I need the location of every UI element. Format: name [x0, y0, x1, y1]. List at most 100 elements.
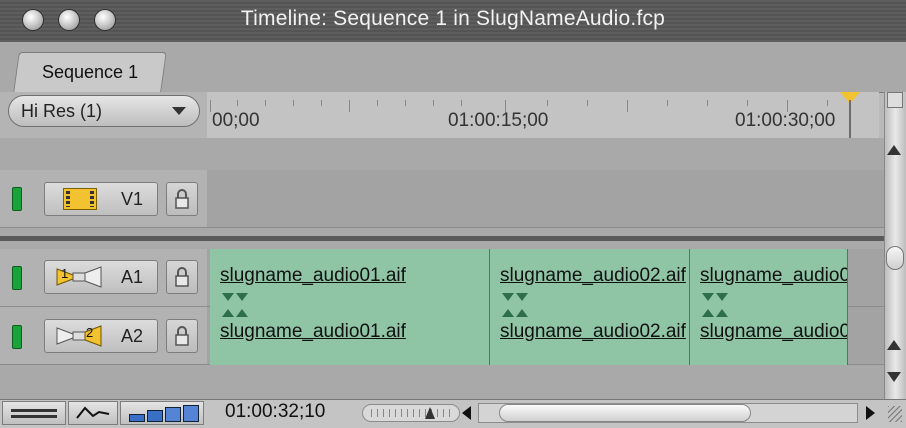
- zoom-thumb-icon[interactable]: [425, 407, 435, 419]
- scroll-down-icon[interactable]: [887, 372, 901, 382]
- ruler-tick: [627, 100, 628, 112]
- link-indicator-icon: [716, 293, 728, 301]
- chevron-down-icon[interactable]: [172, 107, 186, 115]
- window-title: Timeline: Sequence 1 in SlugNameAudio.fc…: [240, 7, 666, 30]
- ruler-tick: [547, 100, 548, 106]
- resolution-select-value: Hi Res (1): [21, 101, 103, 121]
- track-height-icon[interactable]: [887, 92, 903, 108]
- ruler-tick: [293, 100, 294, 106]
- ruler-tick: [587, 100, 588, 106]
- audio-clip[interactable]: slugname_audio03.aif: [690, 249, 848, 307]
- track-lock-v1[interactable]: [166, 182, 198, 216]
- link-indicator-icon: [702, 309, 714, 317]
- current-timecode[interactable]: 01:00:32;10: [225, 401, 325, 423]
- film-perforation-icon: [90, 191, 94, 207]
- horizontal-scrollbar[interactable]: [478, 403, 858, 423]
- ruler-timecode: 00;00: [212, 110, 260, 131]
- track-spacer-middle: [0, 241, 884, 249]
- ruler-tick: [667, 100, 668, 106]
- vertical-scroll-thumb[interactable]: [886, 246, 904, 270]
- zoom-ticks: [371, 409, 451, 417]
- track-size-xlarge-icon: [183, 405, 199, 422]
- padlock-icon: [175, 326, 189, 346]
- patch-number: 2: [86, 325, 94, 340]
- track-patch-v1[interactable]: V1: [44, 182, 158, 216]
- padlock-icon: [175, 267, 189, 287]
- ruler-tick: [747, 100, 748, 106]
- window-titlebar[interactable]: Timeline: Sequence 1 in SlugNameAudio.fc…: [0, 0, 906, 42]
- clip-name: slugname_audio03.aif: [700, 265, 848, 286]
- track-spacer-top: [0, 138, 884, 170]
- link-indicator-icon: [222, 293, 234, 301]
- link-indicator-icon: [502, 309, 514, 317]
- waveform-icon: [76, 406, 110, 419]
- ruler-timecode: 01:00:15;00: [448, 110, 549, 131]
- padlock-icon: [175, 189, 189, 209]
- ruler-timecode: 01:00:30;00: [735, 110, 836, 131]
- ruler-tick: [405, 100, 406, 106]
- link-indicator-icon: [236, 309, 248, 317]
- link-indicator-icon: [502, 293, 514, 301]
- track-spacer-bottom: [0, 365, 884, 399]
- link-indicator-icon: [516, 309, 528, 317]
- link-indicator-icon: [222, 309, 234, 317]
- tab-sequence-1[interactable]: Sequence 1: [13, 52, 167, 92]
- ruler-tick: [321, 100, 322, 106]
- audio-clip[interactable]: slugname_audio02.aif: [490, 249, 690, 307]
- track-patch-a2[interactable]: 2 A2: [44, 319, 158, 353]
- overlay-line-icon: [11, 415, 57, 418]
- scroll-up-icon[interactable]: [887, 340, 901, 350]
- track-enable-a1-icon[interactable]: [12, 266, 22, 290]
- track-enable-a2-icon[interactable]: [12, 325, 22, 349]
- link-indicator-icon: [516, 293, 528, 301]
- clip-name: slugname_audio01.aif: [220, 265, 406, 286]
- ruler-tick: [265, 100, 266, 106]
- scroll-left-icon[interactable]: [462, 406, 471, 420]
- overlay-line-icon: [11, 409, 57, 412]
- track-size-small-icon: [129, 414, 145, 422]
- clip-name: slugname_audio02.aif: [500, 265, 686, 286]
- track-label: V1: [121, 189, 144, 209]
- link-indicator-icon: [716, 309, 728, 317]
- clip-name: slugname_audio01.aif: [220, 321, 406, 342]
- track-size-medium-icon: [147, 410, 163, 422]
- zoom-slider[interactable]: [362, 404, 460, 422]
- tab-label: Sequence 1: [41, 62, 139, 82]
- track-lock-a2[interactable]: [166, 319, 198, 353]
- speaker-icon: [56, 325, 102, 347]
- track-label: A1: [121, 267, 144, 287]
- audio-clip[interactable]: slugname_audio03.aif: [690, 307, 848, 365]
- audio-clip[interactable]: slugname_audio01.aif: [210, 249, 490, 307]
- link-indicator-icon: [702, 293, 714, 301]
- track-lock-a1[interactable]: [166, 260, 198, 294]
- scroll-right-icon[interactable]: [866, 406, 875, 420]
- clip-name: slugname_audio02.aif: [500, 321, 686, 342]
- track-spacer-middle: [0, 228, 884, 236]
- ruler-tick: [377, 100, 378, 106]
- track-enable-v1-icon[interactable]: [12, 187, 22, 211]
- clip-overlays-button[interactable]: [2, 401, 66, 425]
- ruler-tick: [237, 100, 238, 106]
- video-track-v1[interactable]: [207, 170, 884, 228]
- resize-grip-icon[interactable]: [888, 406, 902, 422]
- link-indicator-icon: [236, 293, 248, 301]
- scroll-up-icon[interactable]: [887, 145, 901, 155]
- track-size-button[interactable]: [120, 401, 204, 425]
- ruler-tick: [433, 100, 434, 106]
- ruler-tick: [349, 100, 350, 112]
- ruler-tick: [707, 100, 708, 106]
- audio-clip[interactable]: slugname_audio02.aif: [490, 307, 690, 365]
- film-frame-icon: [63, 188, 97, 210]
- horizontal-scroll-thumb[interactable]: [499, 404, 751, 422]
- film-perforation-icon: [66, 191, 70, 207]
- track-patch-a1[interactable]: 1 A1: [44, 260, 158, 294]
- audio-clip[interactable]: slugname_audio01.aif: [210, 307, 490, 365]
- ruler-tick: [210, 100, 211, 112]
- ruler-tick: [461, 100, 462, 106]
- clip-name: slugname_audio03.aif: [700, 321, 848, 342]
- track-size-large-icon: [165, 407, 181, 422]
- ruler-tick: [827, 100, 828, 106]
- patch-number: 1: [61, 266, 69, 281]
- track-label: A2: [121, 326, 144, 346]
- waveform-toggle-button[interactable]: [68, 401, 118, 425]
